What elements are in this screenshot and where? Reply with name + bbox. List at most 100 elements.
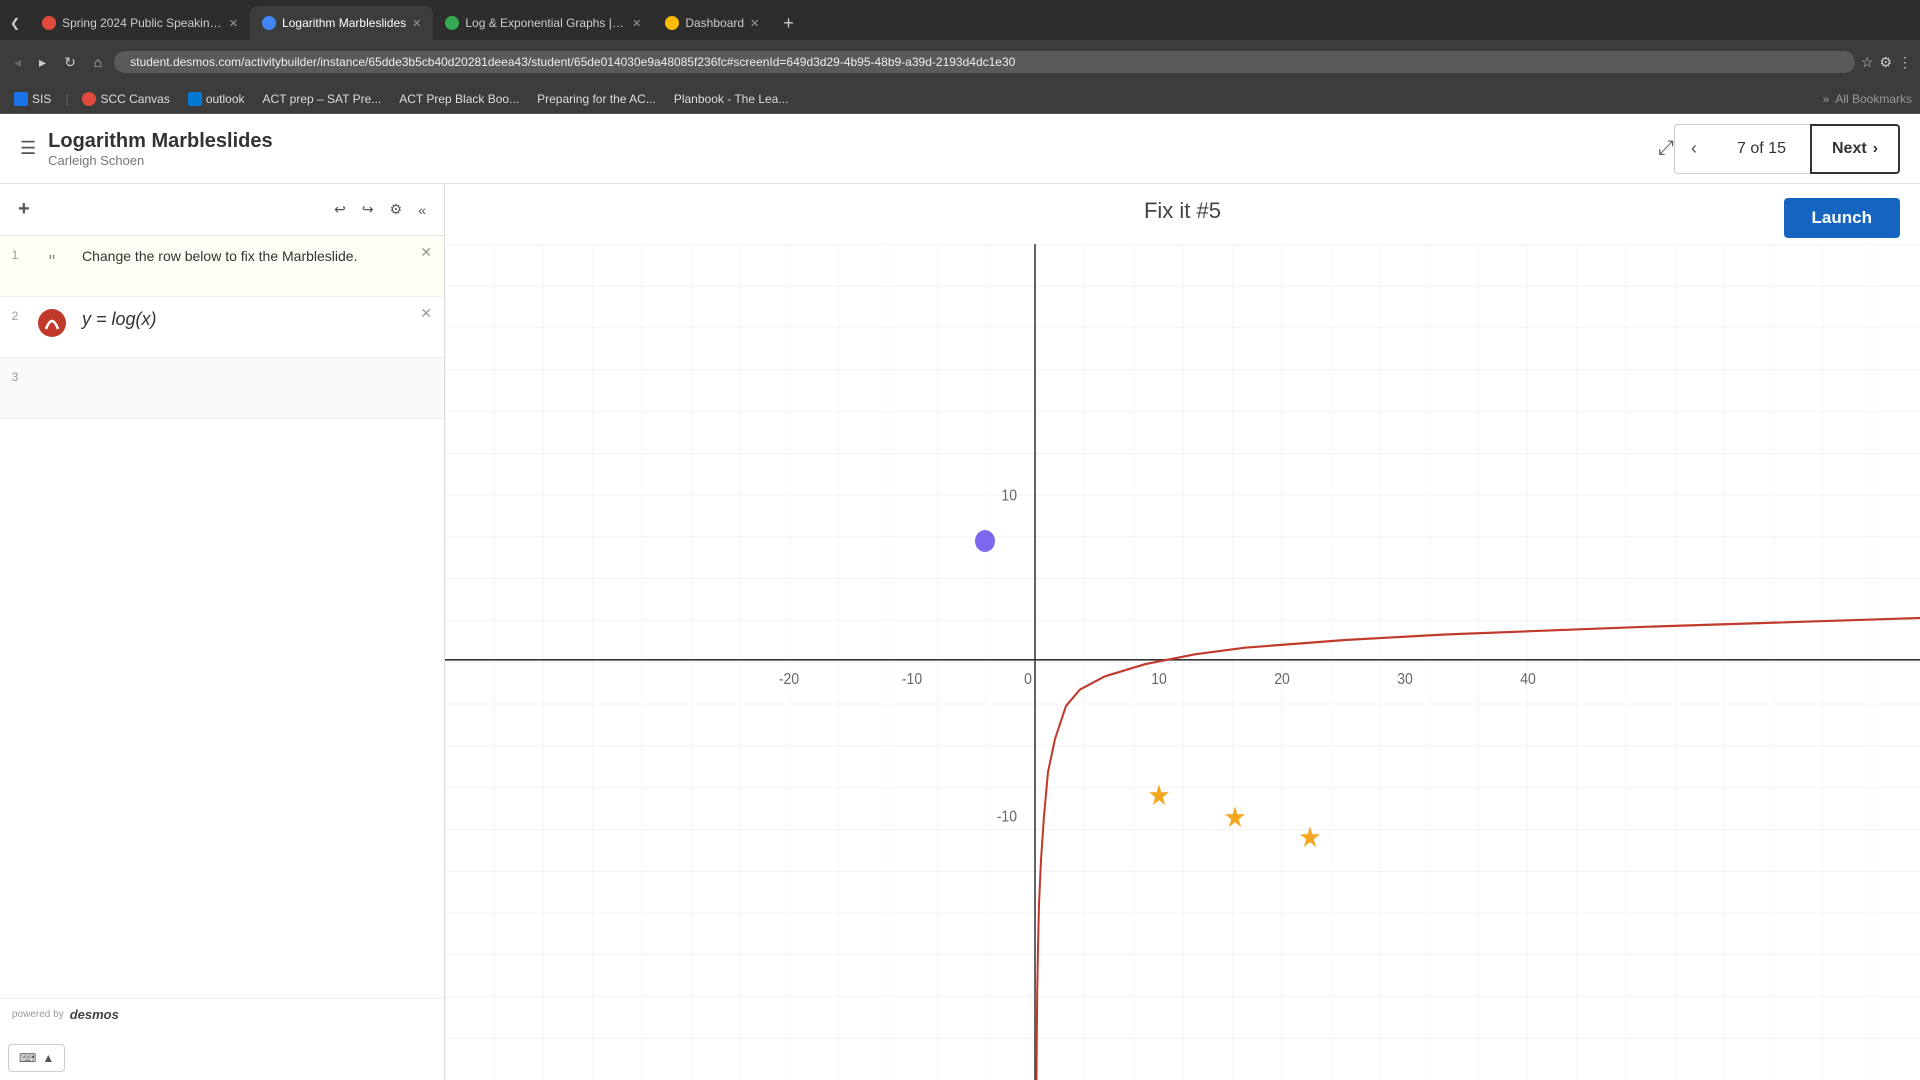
bookmark-canvas-label: SCC Canvas (100, 92, 169, 106)
back-button[interactable]: ◂ (8, 50, 27, 75)
formula-display: y = log(x) (82, 309, 157, 329)
x-label-neg20: -20 (779, 671, 799, 688)
bookmark-outlook-label: outlook (206, 92, 245, 106)
redo-button[interactable]: ↪ (356, 195, 380, 224)
settings-button[interactable]: ⚙ (384, 195, 409, 224)
bookmark-preparing[interactable]: Preparing for the AC... (531, 90, 662, 108)
bookmark-sis-icon (14, 92, 28, 106)
bookmark-canvas[interactable]: SCC Canvas (76, 90, 175, 108)
bookmarks-more[interactable]: » (1823, 92, 1830, 106)
app-header: ☰ Logarithm Marbleslides Carleigh Schoen… (0, 114, 1920, 184)
marble-dot (975, 530, 995, 552)
tab-title-dashboard: Dashboard (685, 16, 744, 30)
note-close-button[interactable]: ✕ (408, 236, 444, 269)
item-number-3: 3 (0, 358, 30, 396)
note-text: Change the row below to fix the Marblesl… (82, 248, 357, 264)
item-number-2: 2 (0, 297, 30, 335)
tab-spring[interactable]: Spring 2024 Public Speaking (C... ✕ (30, 6, 250, 40)
panel-footer: powered by desmos ⌨ ▲ (0, 998, 444, 1080)
graph-title: Fix it #5 (445, 184, 1920, 224)
add-row-button[interactable]: + (12, 192, 36, 227)
bookmark-actprep[interactable]: ACT prep – SAT Pre... (257, 90, 388, 108)
tab-title-log: Logarithm Marbleslides (282, 16, 406, 30)
graph-svg: -20 -10 0 10 20 30 40 10 -10 (445, 244, 1920, 1080)
home-button[interactable]: ⌂ (88, 50, 108, 74)
tab-close-logexp[interactable]: ✕ (632, 17, 641, 30)
tab-title-logexp: Log & Exponential Graphs | De... (465, 16, 626, 30)
menu-icon[interactable]: ⋮ (1898, 54, 1912, 71)
fullscreen-icon[interactable]: ⤢ (1658, 137, 1674, 160)
bookmark-actprep-label: ACT prep – SAT Pre... (263, 92, 382, 106)
next-button[interactable]: Next › (1810, 124, 1900, 174)
app: ☰ Logarithm Marbleslides Carleigh Schoen… (0, 114, 1920, 1080)
tab-logarithm[interactable]: Logarithm Marbleslides ✕ (250, 6, 433, 40)
bookmark-outlook[interactable]: outlook (182, 90, 251, 108)
toolbar-right: ↩ ↪ ⚙ « (328, 195, 432, 224)
y-label-10: 10 (1001, 488, 1017, 505)
tab-left-btn[interactable]: ❮ (6, 12, 24, 34)
bookmark-preparing-label: Preparing for the AC... (537, 92, 656, 106)
nav-bar: ◂ ▸ ↻ ⌂ student.desmos.com/activitybuild… (0, 40, 1920, 84)
x-label-10: 10 (1151, 671, 1167, 688)
hamburger-icon[interactable]: ☰ (20, 138, 36, 159)
formula-close-button[interactable]: ✕ (408, 297, 444, 330)
desmos-brand: desmos (70, 1007, 119, 1022)
refresh-button[interactable]: ↻ (58, 50, 82, 75)
tab-title-spring: Spring 2024 Public Speaking (C... (62, 16, 223, 30)
prev-button[interactable]: ‹ (1674, 124, 1713, 174)
keyboard-button[interactable]: ⌨ ▲ (8, 1044, 65, 1072)
graph-canvas: -20 -10 0 10 20 30 40 10 -10 (445, 244, 1920, 1080)
new-tab-button[interactable]: + (771, 13, 806, 34)
star-icon[interactable]: ☆ (1861, 54, 1874, 71)
panel-item-note: 1 " Change the row below to fix the Marb… (0, 236, 444, 297)
url-bar[interactable]: student.desmos.com/activitybuilder/insta… (114, 51, 1855, 73)
star-2: ★ (1223, 801, 1246, 833)
tab-controls: ❮ (0, 6, 30, 40)
x-label-0: 0 (1024, 671, 1032, 688)
keyboard-expand-icon: ▲ (42, 1051, 54, 1065)
all-bookmarks[interactable]: All Bookmarks (1835, 92, 1912, 106)
formula-content[interactable]: y = log(x) (74, 297, 408, 357)
y-label-neg10: -10 (997, 809, 1017, 826)
tab-favicon-spring (42, 16, 56, 30)
bookmark-planbook[interactable]: Planbook - The Lea... (668, 90, 795, 108)
forward-button[interactable]: ▸ (33, 50, 52, 75)
tab-close-log[interactable]: ✕ (412, 17, 421, 30)
powered-by-text: powered by (12, 1009, 64, 1020)
collapse-button[interactable]: « (412, 195, 432, 224)
bookmark-actblack[interactable]: ACT Prep Black Boo... (393, 90, 525, 108)
tab-bar: ❮ Spring 2024 Public Speaking (C... ✕ Lo… (0, 0, 1920, 40)
bookmark-outlook-icon (188, 92, 202, 106)
bookmarks-bar: SIS | SCC Canvas outlook ACT prep – SAT … (0, 84, 1920, 114)
tab-dashboard[interactable]: Dashboard ✕ (653, 6, 771, 40)
keyboard-area: ⌨ ▲ (0, 1030, 444, 1080)
launch-button[interactable]: Launch (1784, 198, 1900, 238)
extensions-icon[interactable]: ⚙ (1879, 54, 1892, 71)
tab-favicon-dashboard (665, 16, 679, 30)
panel-item-formula[interactable]: 2 y = log(x) ✕ (0, 297, 444, 358)
star-1: ★ (1147, 779, 1170, 811)
tab-close-dashboard[interactable]: ✕ (750, 17, 759, 30)
next-chevron-icon: › (1873, 140, 1878, 158)
desmos-icon (34, 305, 70, 341)
desmos-footer: powered by desmos (0, 998, 444, 1030)
x-label-40: 40 (1520, 671, 1536, 688)
app-title: Logarithm Marbleslides (48, 130, 1638, 153)
tab-logexp[interactable]: Log & Exponential Graphs | De... ✕ (433, 6, 653, 40)
item-number-1: 1 (0, 236, 30, 274)
nav-controls: ‹ 7 of 15 Next › (1674, 124, 1900, 174)
star-3: ★ (1298, 821, 1321, 853)
bookmark-sis-label: SIS (32, 92, 51, 106)
bookmark-sis[interactable]: SIS (8, 90, 57, 108)
panel-item-empty: 3 (0, 358, 444, 419)
tab-close-spring[interactable]: ✕ (229, 17, 238, 30)
app-title-block: Logarithm Marbleslides Carleigh Schoen (48, 130, 1638, 168)
x-label-20: 20 (1274, 671, 1290, 688)
browser-chrome: ❮ Spring 2024 Public Speaking (C... ✕ Lo… (0, 0, 1920, 114)
tab-favicon-log (262, 16, 276, 30)
bookmark-planbook-label: Planbook - The Lea... (674, 92, 789, 106)
note-content: Change the row below to fix the Marblesl… (74, 236, 408, 296)
url-text: student.desmos.com/activitybuilder/insta… (130, 55, 1015, 69)
x-label-30: 30 (1397, 671, 1413, 688)
undo-button[interactable]: ↩ (328, 195, 352, 224)
